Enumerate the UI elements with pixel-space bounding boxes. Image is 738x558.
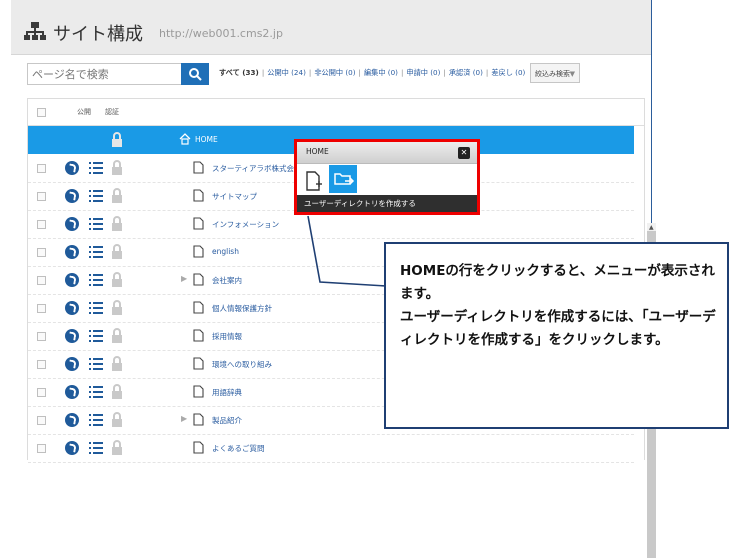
callout-box: HOMEの行をクリックすると、メニューが表示されます。 ユーザーディレクトリを作… [384, 242, 729, 429]
callout-text: HOMEの行をクリックすると、メニューが表示されます。 ユーザーディレクトリを作… [400, 263, 716, 348]
